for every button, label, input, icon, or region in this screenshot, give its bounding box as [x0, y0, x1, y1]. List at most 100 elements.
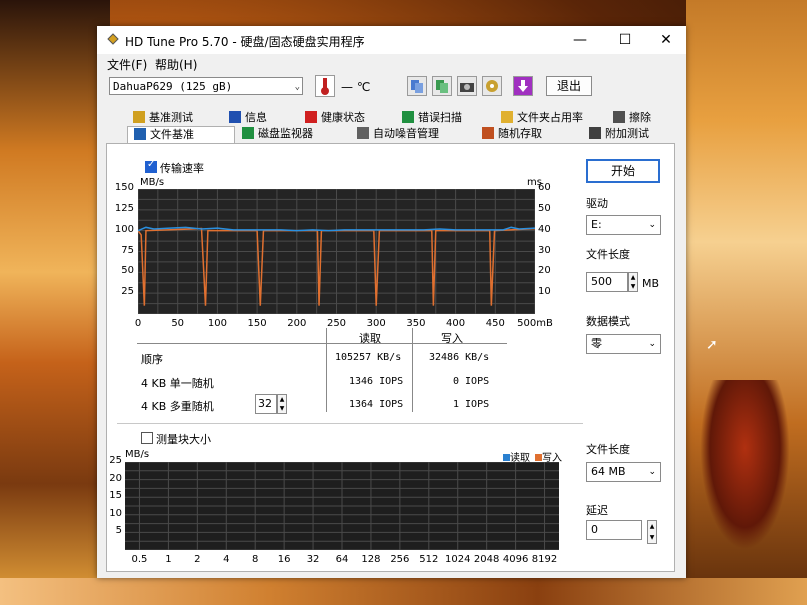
- menu-help[interactable]: 帮助(H): [155, 56, 197, 73]
- transfer-rate-checkbox[interactable]: 传输速率: [145, 159, 204, 176]
- tabs-bottom: 文件基准 磁盘监视器 自动噪音管理 随机存取 附加测试: [97, 126, 686, 143]
- data-pattern-select[interactable]: 零 ⌄: [586, 334, 661, 354]
- chevron-down-icon: ⌄: [648, 467, 656, 477]
- block-size-chart: [125, 462, 559, 550]
- delay-spinner[interactable]: ▲ ▼: [647, 520, 657, 544]
- rand-single-write-value: 0 IOPS: [453, 376, 490, 387]
- delay-label: 延迟: [586, 504, 608, 517]
- tab-aam[interactable]: 自动噪音管理: [357, 126, 439, 142]
- screenshot-camera-icon[interactable]: [457, 76, 477, 96]
- tab-folder-usage[interactable]: 文件夹占用率: [501, 110, 583, 126]
- wallpaper-bottom: [0, 578, 807, 605]
- rand-multi-read-value: 1364 IOPS: [349, 399, 404, 410]
- drive-select[interactable]: DahuaP629 (125 gB) ⌄: [109, 77, 303, 95]
- section-divider: [117, 423, 583, 424]
- file-length-input[interactable]: 500: [586, 272, 628, 292]
- block-x-tick: 8192: [531, 554, 558, 565]
- block-file-length-value: 64 MB: [591, 465, 626, 478]
- monitor-chart-icon: [242, 127, 254, 139]
- y-tick-left: 100: [114, 223, 134, 235]
- queue-depth-spinner[interactable]: ▲ ▼: [277, 394, 287, 414]
- block-x-tick: 16: [277, 554, 291, 565]
- divider: [326, 328, 327, 412]
- row-label: 顺序: [141, 353, 163, 366]
- tab-benchmark[interactable]: 基准测试: [133, 110, 193, 126]
- tab-file-benchmark[interactable]: 文件基准: [127, 126, 235, 143]
- block-size-checkbox[interactable]: 测量块大小: [141, 431, 211, 447]
- tab-health[interactable]: 健康状态: [305, 110, 365, 126]
- x-tick: 50: [171, 318, 185, 329]
- drive-letter-select[interactable]: E: ⌄: [586, 215, 661, 235]
- tab-extra-tests[interactable]: 附加测试: [589, 126, 649, 142]
- tab-error-scan[interactable]: 错误扫描: [402, 110, 462, 126]
- tab-info[interactable]: 信息: [229, 110, 267, 126]
- copy-info-icon[interactable]: [407, 76, 427, 96]
- y-tick-right: 50: [538, 202, 551, 214]
- tab-label: 擦除: [629, 111, 651, 124]
- y-tick-left: 50: [121, 265, 134, 277]
- block-x-tick: 32: [306, 554, 320, 565]
- exit-button[interactable]: 退出: [546, 76, 592, 96]
- maximize-button[interactable]: ☐: [605, 30, 645, 50]
- y-tick-right: 60: [538, 182, 551, 193]
- tab-label: 文件基准: [150, 128, 194, 141]
- tab-random-access[interactable]: 随机存取: [482, 126, 542, 142]
- health-cross-icon: [305, 111, 317, 123]
- chevron-down-icon: ⌄: [648, 220, 656, 230]
- block-x-tick: 1: [165, 554, 172, 565]
- queue-depth-field[interactable]: 32: [255, 394, 277, 414]
- file-benchmark-icon: [134, 128, 146, 140]
- block-y-unit: MB/s: [125, 449, 150, 460]
- close-button[interactable]: ✕: [646, 30, 686, 50]
- divider: [412, 328, 413, 412]
- file-length-unit: MB: [642, 277, 660, 290]
- y-tick-left: 150: [114, 182, 134, 193]
- x-tick: 400: [446, 318, 466, 329]
- block-y-tick: 25: [109, 455, 122, 466]
- y-tick-right: 10: [538, 286, 551, 298]
- transfer-rate-label: 传输速率: [160, 162, 204, 175]
- hdtune-window: HD Tune Pro 5.70 - 硬盘/固态硬盘实用程序 — ☐ ✕ 文件(…: [97, 26, 686, 578]
- y-tick-right: 40: [538, 223, 551, 235]
- copy-text-icon[interactable]: [432, 76, 452, 96]
- tab-label: 附加测试: [605, 127, 649, 140]
- info-icon: [229, 111, 241, 123]
- save-download-icon[interactable]: [513, 76, 533, 96]
- x-tick: 100: [207, 318, 227, 329]
- chevron-down-icon: ⌄: [294, 82, 300, 92]
- toolbar: DahuaP629 (125 gB) ⌄ — ℃ 退出: [97, 72, 686, 102]
- y-tick-left: 75: [121, 244, 134, 256]
- file-length-value: 500: [591, 275, 612, 288]
- mouse-cursor-icon: ➚: [706, 337, 718, 353]
- checkbox-checked-icon: [145, 159, 157, 173]
- block-x-tick: 0.5: [131, 554, 148, 565]
- app-icon: [107, 33, 119, 45]
- tab-label: 错误扫描: [418, 111, 462, 124]
- folder-icon: [501, 111, 513, 123]
- row-label: 4 KB 多重随机: [141, 400, 214, 413]
- x-tick: 200: [287, 318, 307, 329]
- block-y-tick: 10: [109, 507, 122, 519]
- title-bar: HD Tune Pro 5.70 - 硬盘/固态硬盘实用程序 — ☐ ✕: [97, 26, 686, 54]
- menu-file[interactable]: 文件(F): [107, 56, 147, 73]
- drive-label: 驱动: [586, 197, 608, 210]
- minimize-button[interactable]: —: [560, 30, 600, 50]
- start-button[interactable]: 开始: [586, 159, 660, 183]
- y-tick-left: 125: [114, 202, 134, 214]
- speaker-icon: [357, 127, 369, 139]
- x-tick: 300: [366, 318, 386, 329]
- delay-input[interactable]: 0: [586, 520, 642, 540]
- transfer-rate-chart: [138, 189, 535, 314]
- tab-erase[interactable]: 擦除: [613, 110, 651, 126]
- block-file-length-select[interactable]: 64 MB ⌄: [586, 462, 661, 482]
- chevron-down-icon: ⌄: [648, 339, 656, 349]
- options-icon[interactable]: [482, 76, 502, 96]
- tab-label: 基准测试: [149, 111, 193, 124]
- tab-disk-monitor[interactable]: 磁盘监视器: [242, 126, 313, 142]
- trash-icon: [613, 111, 625, 123]
- x-tick: 350: [406, 318, 426, 329]
- magnifier-icon: [402, 111, 414, 123]
- block-size-label: 测量块大小: [156, 433, 211, 446]
- file-length-label: 文件长度: [586, 248, 630, 261]
- file-length-spinner[interactable]: ▲ ▼: [628, 272, 638, 292]
